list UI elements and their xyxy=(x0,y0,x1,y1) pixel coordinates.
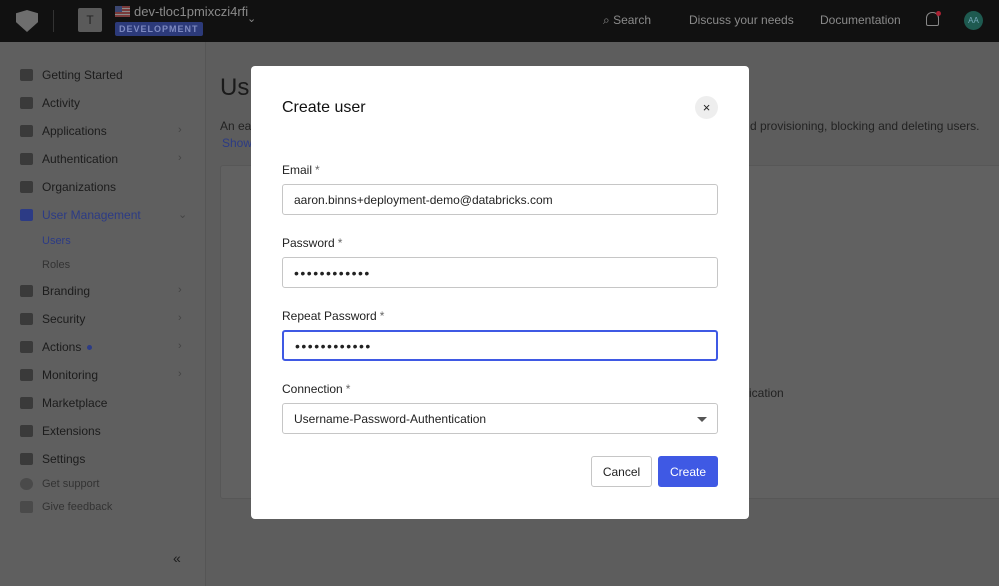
create-button[interactable]: Create xyxy=(658,456,718,487)
required-marker: * xyxy=(345,382,351,396)
us-flag-icon xyxy=(115,6,130,17)
environment-badge: DEVELOPMENT xyxy=(115,22,203,36)
required-marker: * xyxy=(379,309,385,323)
sidebar-item-give-feedback[interactable]: Give feedback xyxy=(20,501,112,513)
email-field[interactable]: aaron.binns+deployment-demo@databricks.c… xyxy=(282,184,718,215)
chevron-down-icon: ⌄ xyxy=(178,209,188,221)
lock-icon xyxy=(20,153,33,165)
sidebar-item-actions[interactable]: Actions xyxy=(20,340,93,354)
label: Extensions xyxy=(42,424,101,438)
card-text: ication xyxy=(749,386,784,400)
label: Monitoring xyxy=(42,368,99,382)
avatar[interactable]: AA xyxy=(964,11,983,30)
divider xyxy=(53,10,54,32)
page-description-end: d provisioning, blocking and deleting us… xyxy=(750,119,980,133)
sidebar-item-security[interactable]: Security xyxy=(20,312,85,326)
activity-icon xyxy=(20,97,33,109)
label: Connection xyxy=(282,382,343,396)
actions-icon xyxy=(20,341,33,353)
users-icon xyxy=(20,209,33,221)
sidebar-item-extensions[interactable]: Extensions xyxy=(20,424,101,438)
documentation-link[interactable]: Documentation xyxy=(820,13,901,27)
required-marker: * xyxy=(337,236,343,250)
tenant-avatar[interactable]: T xyxy=(78,8,102,32)
show-more-link[interactable]: Show xyxy=(222,136,252,150)
label: Email xyxy=(282,163,313,177)
label: User Management xyxy=(42,208,141,222)
chevron-down-icon[interactable]: ⌄ xyxy=(247,12,256,25)
chevron-right-icon: › xyxy=(178,124,182,136)
sidebar-item-applications[interactable]: Applications xyxy=(20,124,107,138)
label: Actions xyxy=(42,340,82,354)
page-title: Us xyxy=(220,74,250,101)
extensions-icon xyxy=(20,425,33,437)
caret-down-icon xyxy=(697,417,707,422)
connection-label: Connection * xyxy=(282,382,350,396)
sidebar-item-activity[interactable]: Activity xyxy=(20,96,80,110)
top-bar: T dev-tloc1pmixczi4rfi DEVELOPMENT ⌄ ⌕ S… xyxy=(0,0,999,42)
shield-icon xyxy=(20,313,33,325)
sidebar-item-users[interactable]: Users xyxy=(42,235,71,247)
chevron-right-icon: › xyxy=(178,152,182,164)
notification-dot xyxy=(936,11,941,16)
repeat-password-label: Repeat Password * xyxy=(282,309,384,323)
sidebar-item-settings[interactable]: Settings xyxy=(20,452,85,466)
search-icon: ⌕ xyxy=(603,13,614,27)
label: Settings xyxy=(42,452,86,466)
search-button[interactable]: ⌕ Search xyxy=(603,13,651,28)
discuss-link[interactable]: Discuss your needs xyxy=(689,13,794,27)
chevron-right-icon: › xyxy=(178,368,182,380)
lightning-icon xyxy=(20,69,33,81)
gear-icon xyxy=(20,453,33,465)
feedback-icon xyxy=(20,501,33,513)
cancel-button[interactable]: Cancel xyxy=(591,456,652,487)
label: Give feedback xyxy=(42,501,113,513)
label: Get support xyxy=(42,478,100,490)
label: Marketplace xyxy=(42,396,108,410)
chevron-right-icon: › xyxy=(178,284,182,296)
building-icon xyxy=(20,181,33,193)
sidebar: Getting Started Activity Applications › … xyxy=(0,42,206,586)
connection-value: Username-Password-Authentication xyxy=(294,411,487,426)
connection-select[interactable]: Username-Password-Authentication xyxy=(282,403,718,434)
sidebar-item-roles[interactable]: Roles xyxy=(42,259,70,271)
collapse-sidebar-icon[interactable]: « xyxy=(173,550,181,566)
label: Authentication xyxy=(42,152,119,166)
chevron-right-icon: › xyxy=(178,340,182,352)
sidebar-item-monitoring[interactable]: Monitoring xyxy=(20,368,98,382)
repeat-password-field[interactable]: •••••••••••• xyxy=(282,330,718,361)
sidebar-item-getting-started[interactable]: Getting Started xyxy=(20,68,123,82)
label: Getting Started xyxy=(42,68,123,82)
sidebar-item-authentication[interactable]: Authentication xyxy=(20,152,118,166)
sidebar-item-marketplace[interactable]: Marketplace xyxy=(20,396,107,410)
label: Repeat Password xyxy=(282,309,377,323)
sidebar-item-get-support[interactable]: Get support xyxy=(20,478,99,490)
label: Applications xyxy=(42,124,107,138)
label: Organizations xyxy=(42,180,117,194)
help-icon xyxy=(20,478,33,490)
password-label: Password * xyxy=(282,236,342,250)
chevron-right-icon: › xyxy=(178,312,182,324)
logo-icon[interactable] xyxy=(16,10,38,32)
label: Branding xyxy=(42,284,91,298)
layers-icon xyxy=(20,125,33,137)
search-label: Search xyxy=(613,13,652,27)
sidebar-item-organizations[interactable]: Organizations xyxy=(20,180,116,194)
new-dot xyxy=(87,344,93,350)
label: Activity xyxy=(42,96,81,110)
dialog-title: Create user xyxy=(282,99,366,116)
close-icon[interactable]: × xyxy=(695,96,718,119)
tenant-name[interactable]: dev-tloc1pmixczi4rfi xyxy=(134,4,248,19)
required-marker: * xyxy=(315,163,320,177)
password-field[interactable]: •••••••••••• xyxy=(282,257,718,288)
label: Security xyxy=(42,312,86,326)
brush-icon xyxy=(20,285,33,297)
create-user-dialog: Create user × Email * aaron.binns+deploym… xyxy=(251,66,749,519)
marketplace-icon xyxy=(20,397,33,409)
email-label: Email * xyxy=(282,163,320,177)
sidebar-item-user-management[interactable]: User Management xyxy=(20,208,141,222)
bar-chart-icon xyxy=(20,369,33,381)
sidebar-item-branding[interactable]: Branding xyxy=(20,284,90,298)
label: Password xyxy=(282,236,335,250)
